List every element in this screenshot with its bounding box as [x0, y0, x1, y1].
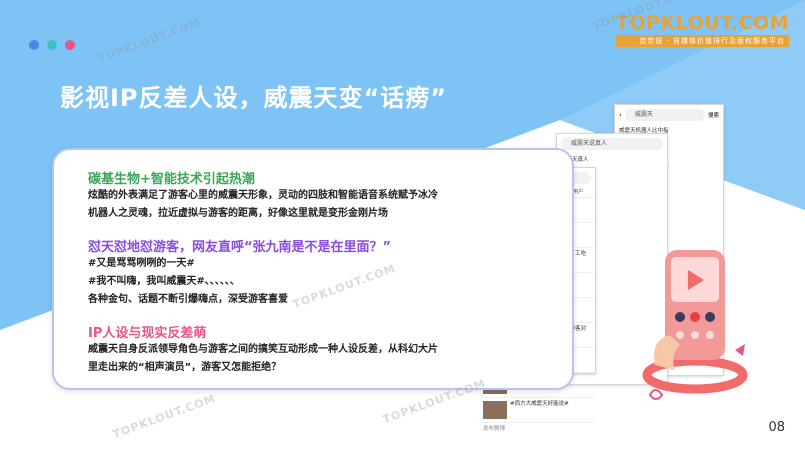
section-text: 里走出来的“相声演员”，游客又怎能拒绝？: [88, 362, 282, 373]
section-text: #又是骂骂咧咧的一天#: [88, 258, 195, 269]
video-thumbnail: [483, 401, 507, 419]
back-arrow-icon: ‹: [619, 111, 622, 119]
brand-logo: TOPKLOUT.COM 克劳锐 · 自媒体价值排行及版权服务平台: [615, 12, 789, 47]
section-text: 机器人之灵魂，拉近虚拟与游客的距离，好像这里就是变形金刚片场: [88, 208, 388, 219]
search-bar: 威震天: [624, 109, 705, 121]
list-item[interactable]: #西方大威震天好能说#: [479, 398, 595, 423]
section-3: IP人设与现实反差萌 威震天自身反派领导角色与游客之间的搞笑互动形成一种人设反差…: [88, 322, 438, 377]
section-heading: 怼天怼地怼游客，网友直呼“张九南是不是在里面？”: [88, 240, 392, 255]
tab-6[interactable]: 用户: [573, 188, 583, 195]
section-2: 怼天怼地怼游客，网友直呼“张九南是不是在里面？” #又是骂骂咧咧的一天# #我不…: [88, 236, 391, 309]
section-1: 碳基生物+智能技术引起热潮 炫酷的外表满足了游客心里的威震天形象，灵动的四肢和智…: [88, 168, 438, 223]
content-card: 碳基生物+智能技术引起热潮 炫酷的外表满足了游客心里的威震天形象，灵动的四肢和智…: [52, 148, 574, 390]
list-item-text: #西方大威震天好能说#: [510, 401, 569, 407]
section-text: 威震天自身反派领导角色与游客之间的搞笑互动形成一种人设反差，从科幻大片: [88, 344, 438, 355]
section-heading: IP人设与现实反差萌: [88, 326, 207, 341]
page-number: 08: [768, 420, 785, 435]
section-heading: 碳基生物+智能技术引起热潮: [88, 172, 255, 187]
video-phone-illustration: [642, 250, 748, 400]
list-item-text: 威震天真人: [561, 157, 589, 163]
search-button: 搜索: [707, 113, 719, 119]
brand-tagline: 克劳锐 · 自媒体价值排行及版权服务平台: [615, 35, 789, 47]
page-title: 影视IP反差人设，威震天变“话痨”: [60, 84, 448, 112]
dot-blue: [29, 40, 39, 50]
post-button: 发布微博: [483, 426, 506, 432]
window-dots: [29, 40, 75, 50]
slide: TOPKLOUT.COM 克劳锐 · 自媒体价值排行及版权服务平台 影视IP反差…: [0, 0, 805, 457]
dot-pink: [65, 40, 75, 50]
section-text: 炫酷的外表满足了游客心里的威震天形象，灵动的四肢和智能语音系统赋予冰冷: [88, 190, 438, 201]
dot-teal: [47, 40, 57, 50]
search-bar: 威震天说真人: [561, 138, 663, 150]
section-text: 各种金句、话题不断引爆嗨点，深受游客喜爱: [88, 294, 288, 305]
